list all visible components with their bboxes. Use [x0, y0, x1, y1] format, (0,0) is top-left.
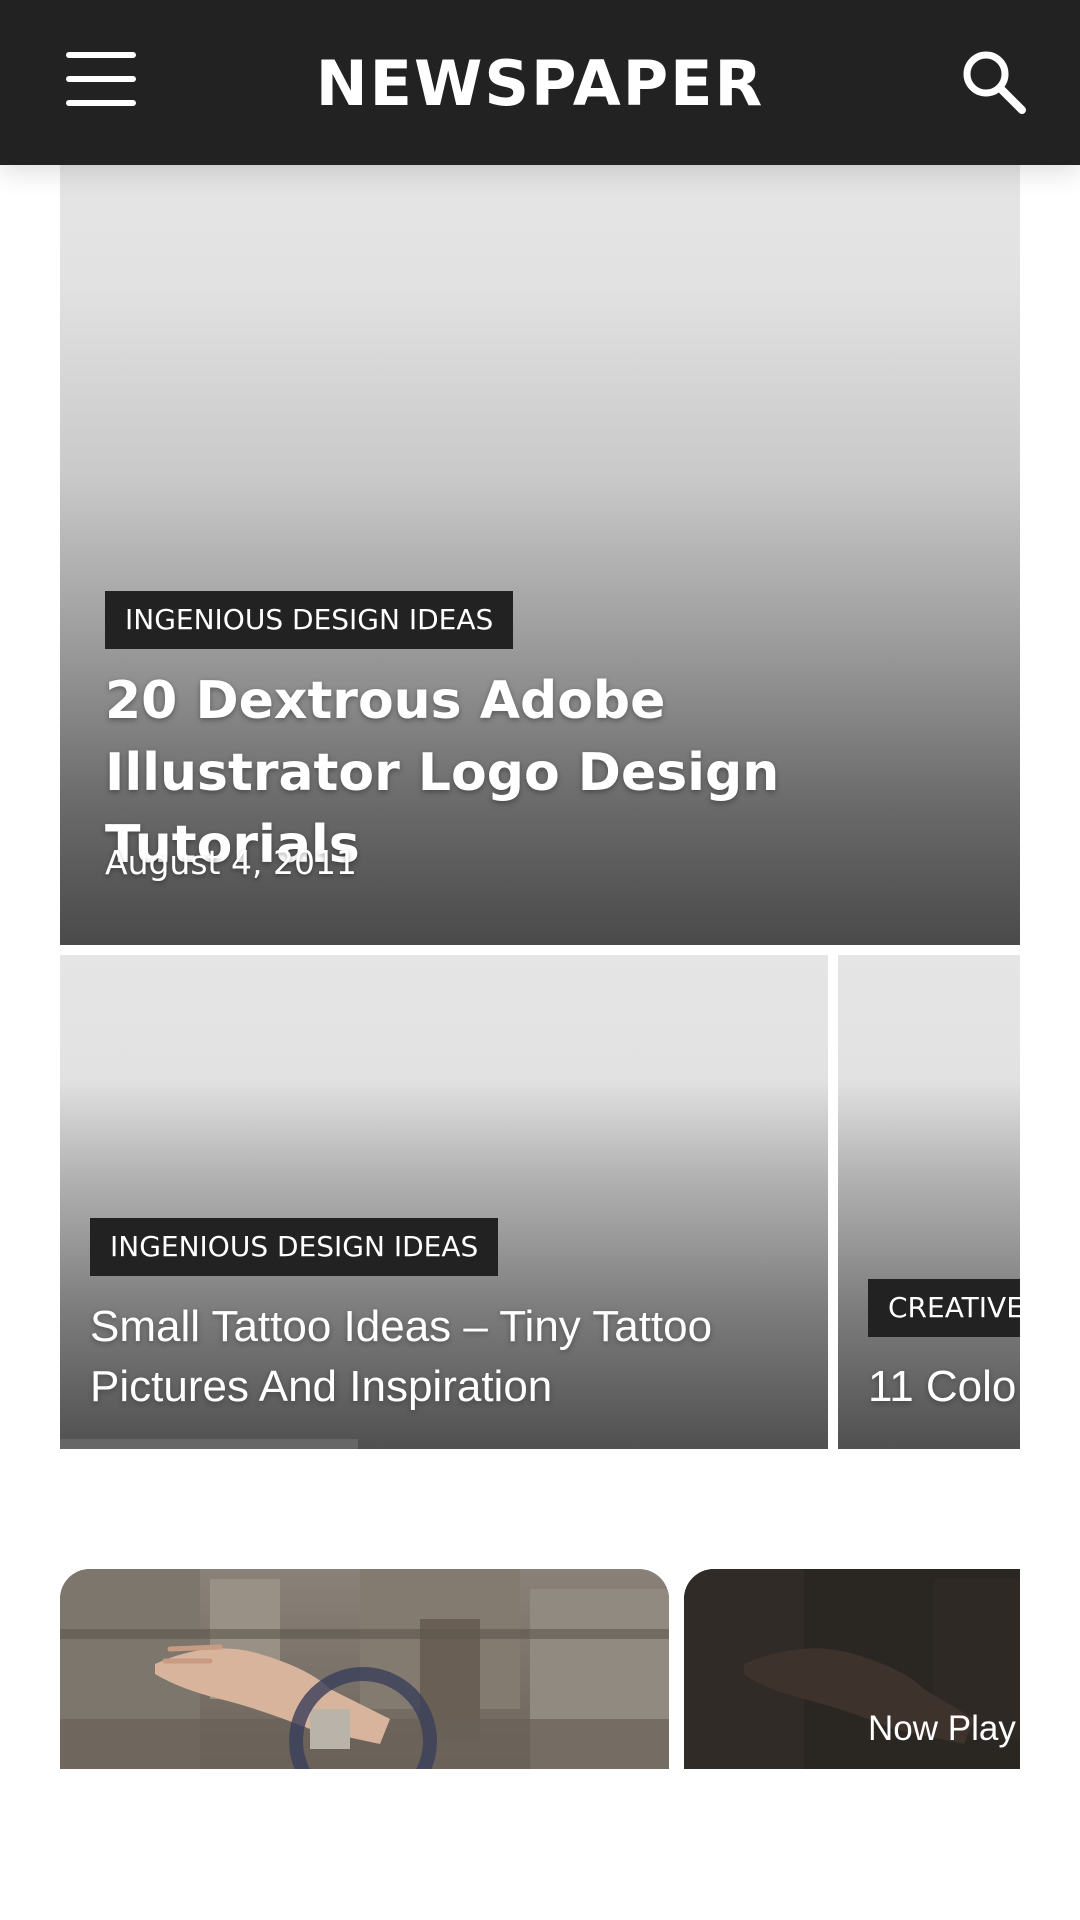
slider-progress-bar: [60, 1439, 358, 1449]
search-icon[interactable]: [958, 46, 1028, 116]
category-badge[interactable]: INGENIOUS DESIGN IDEAS: [105, 591, 514, 649]
slider-article-card[interactable]: CREATIVE 11 Colo: [838, 955, 1020, 1449]
video-carousel[interactable]: Now Play: [60, 1569, 1020, 1769]
category-badge[interactable]: CREATIVE: [868, 1279, 1020, 1337]
category-badge[interactable]: INGENIOUS DESIGN IDEAS: [90, 1218, 499, 1276]
article-slider[interactable]: INGENIOUS DESIGN IDEAS Small Tattoo Idea…: [60, 955, 1020, 1449]
article-date: August 4, 2011: [105, 843, 357, 882]
video-thumbnail[interactable]: [60, 1569, 669, 1769]
loading-spinner-icon: [289, 1667, 437, 1769]
featured-article-card[interactable]: INGENIOUS DESIGN IDEAS 20 Dextrous Adobe…: [60, 165, 1020, 945]
now-playing-label: Now Play: [868, 1709, 1016, 1748]
video-thumbnail[interactable]: Now Play: [684, 1569, 1020, 1769]
site-logo-text[interactable]: NEWSPAPER: [0, 48, 1080, 120]
slider-article-title[interactable]: Small Tattoo Ideas – Tiny Tattoo Picture…: [90, 1297, 800, 1417]
top-app-bar: NEWSPAPER: [0, 0, 1080, 165]
slider-article-title[interactable]: 11 Colo: [868, 1357, 1020, 1417]
slider-article-card[interactable]: INGENIOUS DESIGN IDEAS Small Tattoo Idea…: [60, 955, 828, 1449]
